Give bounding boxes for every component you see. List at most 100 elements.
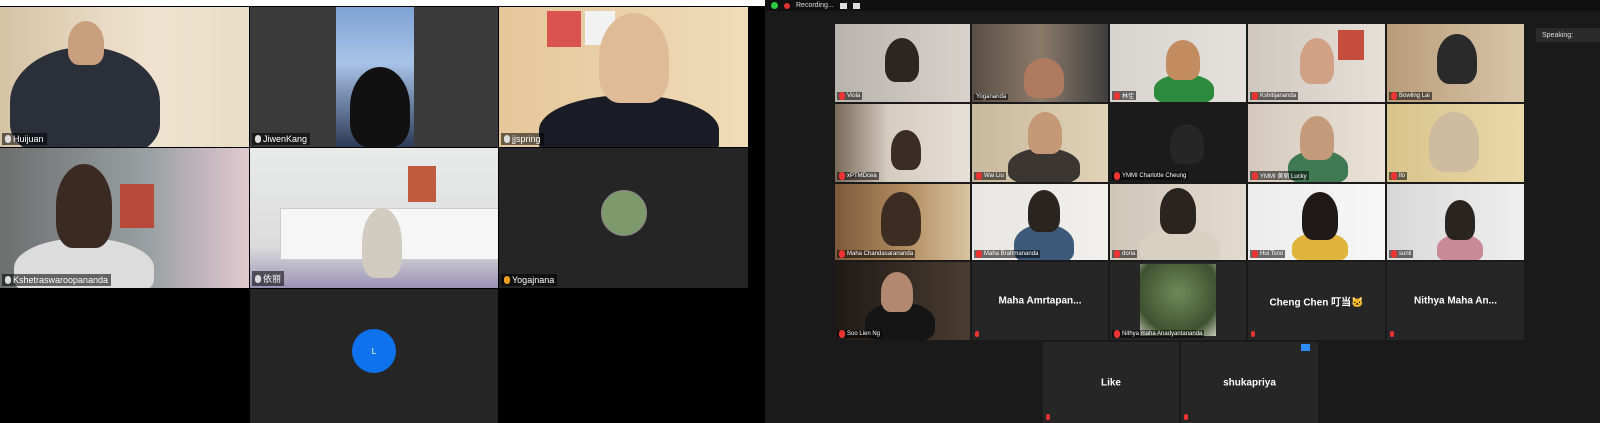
muted-microphone-icon [1391, 172, 1397, 180]
participant-name-label: Maha Amrtapan... [998, 295, 1082, 307]
stop-recording-button[interactable] [852, 2, 860, 9]
participant-name-label: xPTMDcea [847, 173, 877, 179]
gallery-tile-yogananda[interactable]: Yogananda [972, 24, 1108, 102]
gallery-tile-soo-lien-ng[interactable]: Soo Lien Ng [835, 262, 970, 340]
participant-head [881, 272, 913, 312]
muted-microphone-icon [1390, 331, 1394, 337]
gallery-tile-linjia[interactable]: 林佳 [1110, 24, 1246, 102]
gallery-tile-nithya-maha-an[interactable]: Nithya Maha An... [1387, 262, 1524, 340]
profile-picture [1140, 264, 1216, 336]
gallery-tile-hui-tsno[interactable]: Hui Tsno [1248, 184, 1385, 260]
participant-name: JiwenKang [252, 133, 311, 145]
video-tile-jiwenkang[interactable]: JiwenKang [250, 7, 498, 147]
muted-microphone-icon [1252, 92, 1258, 100]
video-tile-yili[interactable]: 依丽 [250, 148, 498, 288]
participant-name: Yogajnana [501, 274, 558, 286]
gallery-tile-ymmi-charlotte-cheung[interactable]: YMMI Charlotte Cheung [1110, 104, 1246, 182]
recording-bar: Recording... [765, 0, 1600, 11]
microphone-icon [5, 135, 11, 143]
participant-name: jjspring [501, 133, 544, 145]
gallery-tile-xptmdcea[interactable]: xPTMDcea [835, 104, 970, 182]
speaking-indicator: Speaking: [1536, 28, 1600, 42]
participant-head [68, 21, 104, 65]
muted-microphone-icon [1114, 172, 1120, 180]
gallery-tile-like[interactable]: Like [1043, 342, 1179, 423]
participant-name: Hui Tsno [1250, 250, 1286, 258]
muted-microphone-icon [976, 172, 982, 180]
participant-name: sunli [1389, 250, 1414, 258]
participant-name: Kshitijananda [1250, 92, 1299, 100]
participant-head [1028, 112, 1062, 154]
muted-microphone-icon [1391, 250, 1397, 258]
video-tile-kshetraswaroopananda[interactable]: Kshetraswaroopananda [0, 148, 249, 288]
speaking-label: Speaking: [1542, 31, 1574, 39]
muted-microphone-icon [1251, 331, 1255, 337]
gallery-tile-viola[interactable]: Viola [835, 24, 970, 102]
muted-microphone-icon [1184, 414, 1188, 420]
muted-microphone-icon [1252, 250, 1258, 258]
participant-figure [350, 67, 410, 147]
microphone-icon [504, 276, 510, 284]
muted-microphone-icon [839, 92, 845, 100]
participant-name: Nithya maha Anadyantananda [1112, 330, 1205, 338]
gallery-tile-nithya-maha-anadyantananda[interactable]: Nithya maha Anadyantananda [1110, 262, 1246, 340]
right-meeting-window: Recording... Speaking: Viola Yogananda 林… [765, 0, 1600, 423]
avatar: L [352, 329, 396, 373]
participant-figure [362, 208, 402, 278]
wall-picture [408, 166, 436, 202]
participant-name-label: Yogajnana [512, 275, 555, 285]
participant-head [1300, 38, 1334, 84]
muted-microphone-icon [1252, 171, 1258, 180]
participant-name: xPTMDcea [837, 172, 879, 180]
gallery-tile-ymmi-lucky[interactable]: YMMI 黄丽 Lucky [1248, 104, 1385, 182]
participant-name-label: Yogananda [976, 94, 1007, 100]
gallery-tile-bowling-lai[interactable]: Bowling Lai [1387, 24, 1524, 102]
participant-head [891, 130, 921, 170]
participant-head [881, 192, 921, 246]
muted-microphone-icon [839, 172, 845, 180]
microphone-icon [504, 135, 510, 143]
participant-name: doria [1112, 250, 1138, 258]
participant-head [1160, 188, 1196, 234]
muted-microphone-icon [1114, 330, 1120, 338]
participant-name: Yogananda [974, 94, 1009, 100]
gallery-tile-doria[interactable]: doria [1110, 184, 1246, 260]
participant-name-label: Nithya Maha An... [1414, 295, 1497, 307]
gallery-tile-shukapriya[interactable]: shukapriya [1181, 342, 1318, 423]
participant-name-label: Bowling Lai [1399, 93, 1430, 99]
gallery-tile-maha-chandasarananda[interactable]: Maha Chandasarananda [835, 184, 970, 260]
gallery-tile-cheng-chen[interactable]: Cheng Chen 叮当🐱 [1248, 262, 1385, 340]
participant-name-label: llo [1399, 173, 1406, 179]
participant-name: Soo Lien Ng [837, 330, 883, 338]
participant-figure [1024, 58, 1064, 98]
participant-name-label: Maha Brahmananda [984, 251, 1039, 257]
video-tile-jjspring[interactable]: jjspring [499, 7, 748, 147]
gallery-tile-sunli[interactable]: sunli [1387, 184, 1524, 260]
participant-head [1437, 34, 1477, 84]
participant-name: Maha Chandasarananda [837, 250, 916, 258]
pause-recording-button[interactable] [839, 2, 847, 9]
left-window-topbar [0, 0, 765, 6]
wall-picture [1338, 30, 1364, 60]
participant-name-label: Maha Chandasarananda [847, 251, 914, 257]
participant-name: llo [1389, 172, 1408, 180]
profile-picture [601, 190, 647, 236]
gallery-tile-kshitijananda[interactable]: Kshitijananda [1248, 24, 1385, 102]
participant-head [1170, 124, 1204, 164]
muted-microphone-icon [976, 250, 982, 258]
participant-name: Kshetraswaroopananda [2, 274, 112, 286]
participant-head [1302, 192, 1338, 240]
video-tile-l-avatar[interactable]: L [250, 289, 498, 423]
participant-head [56, 164, 112, 248]
video-tile-huijuan[interactable]: Huijuan [0, 7, 249, 147]
video-tile-yogajnana[interactable]: Yogajnana [499, 148, 748, 288]
gallery-tile-maha-amrtapan[interactable]: Maha Amrtapan... [972, 262, 1108, 340]
gallery-tile-wai-liu[interactable]: Wai Liu [972, 104, 1108, 182]
participant-name-label: Viola [847, 93, 861, 99]
gallery-tile-llo[interactable]: llo [1387, 104, 1524, 182]
options-icon[interactable] [1301, 344, 1310, 351]
participant-head [1445, 200, 1475, 240]
gallery-tile-maha-brahmananda[interactable]: Maha Brahmananda [972, 184, 1108, 260]
participant-name-label: 依丽 [263, 274, 282, 284]
participant-head [1028, 190, 1060, 232]
